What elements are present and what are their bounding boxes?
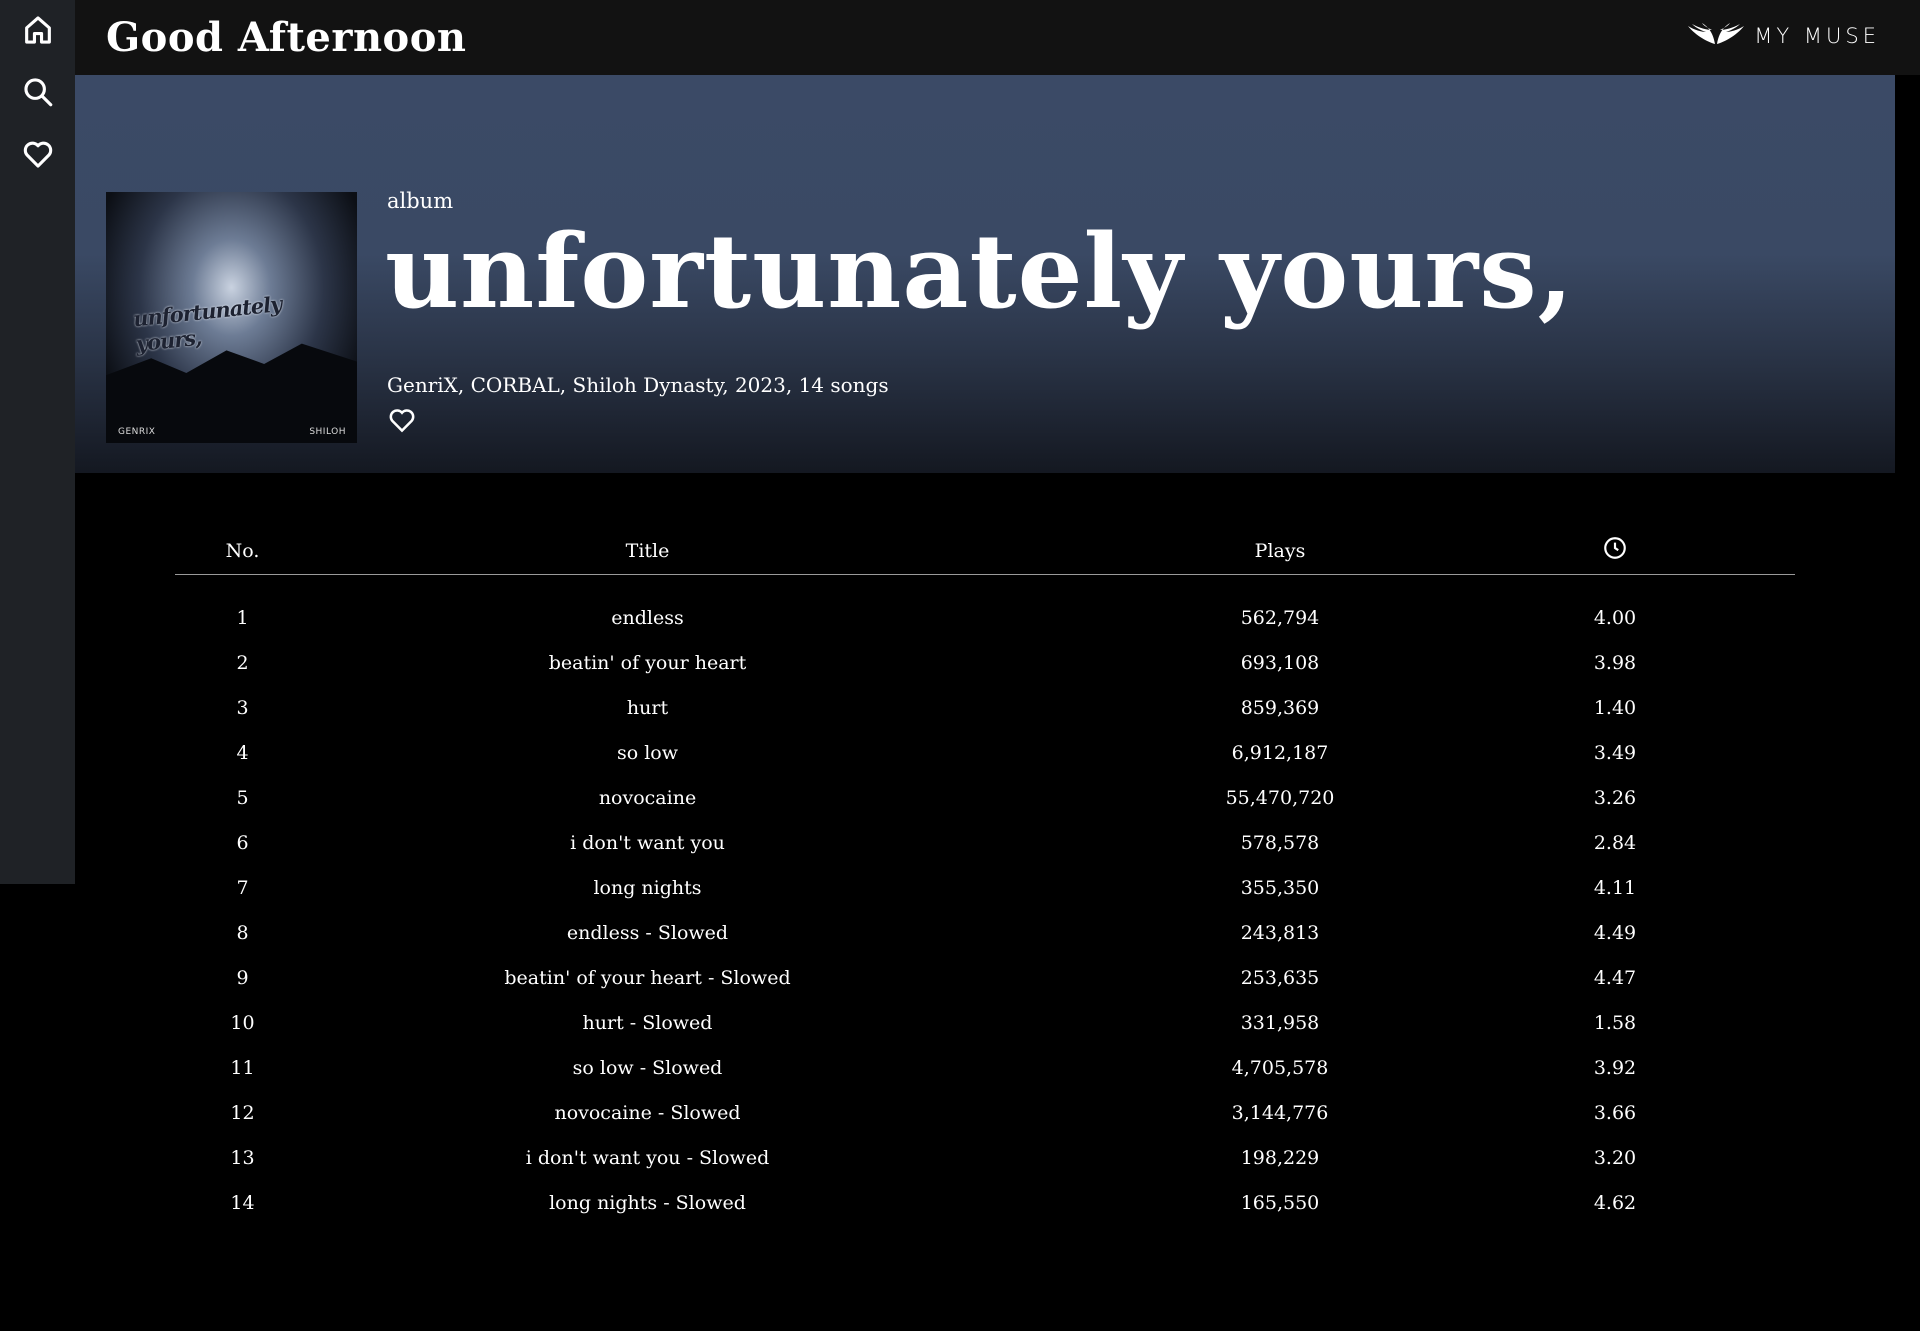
track-duration: 3.26	[1593, 787, 1637, 809]
track-plays: 4,705,578	[1231, 1057, 1329, 1079]
track-plays: 55,470,720	[1225, 787, 1335, 809]
track-number: 7	[236, 877, 249, 899]
table-row[interactable]: 3 hurt 859,369 1.40	[175, 687, 1795, 732]
track-number: 11	[230, 1057, 255, 1079]
track-duration: 3.98	[1593, 652, 1637, 674]
favorite-album-button[interactable]	[387, 405, 417, 435]
album-meta: GenriX, CORBAL, Shiloh Dynasty, 2023, 14…	[387, 373, 889, 397]
table-row[interactable]: 8 endless - Slowed 243,813 4.49	[175, 912, 1795, 957]
track-title: i don't want you - Slowed	[525, 1147, 770, 1169]
track-plays: 198,229	[1240, 1147, 1320, 1169]
track-number: 4	[236, 742, 249, 764]
table-row[interactable]: 6 i don't want you 578,578 2.84	[175, 822, 1795, 867]
track-title: hurt - Slowed	[582, 1012, 713, 1034]
track-title: endless - Slowed	[566, 922, 729, 944]
sidebar	[0, 0, 75, 884]
track-title: long nights - Slowed	[549, 1192, 746, 1214]
heart-outline-icon	[389, 409, 415, 433]
track-number: 14	[230, 1192, 255, 1214]
track-duration: 4.00	[1593, 607, 1637, 629]
track-plays: 578,578	[1240, 832, 1320, 854]
track-duration: 4.47	[1593, 967, 1637, 989]
album-cover: unfortunately yours, GENRIX SHILOH	[106, 192, 357, 443]
brand-logo[interactable]: MY MUSE	[1686, 20, 1880, 52]
track-title: novocaine - Slowed	[554, 1102, 741, 1124]
table-header: No. Title Plays	[175, 520, 1795, 575]
track-duration: 1.58	[1593, 1012, 1637, 1034]
track-number: 1	[236, 607, 249, 629]
home-icon[interactable]	[18, 10, 57, 49]
track-plays: 3,144,776	[1231, 1102, 1329, 1124]
table-row[interactable]: 4 so low 6,912,187 3.49	[175, 732, 1795, 777]
table-row[interactable]: 5 novocaine 55,470,720 3.26	[175, 777, 1795, 822]
track-plays: 165,550	[1240, 1192, 1320, 1214]
track-number: 9	[236, 967, 249, 989]
track-duration: 3.20	[1593, 1147, 1637, 1169]
clock-icon	[1604, 537, 1626, 559]
cover-credit-left: GENRIX	[118, 427, 156, 437]
table-row[interactable]: 9 beatin' of your heart - Slowed 253,635 4.…	[175, 957, 1795, 1002]
table-row[interactable]: 1 endless 562,794 4.00	[175, 597, 1795, 642]
track-number: 3	[236, 697, 249, 719]
track-title: long nights	[593, 877, 702, 899]
track-title: hurt	[626, 697, 669, 719]
album-title: unfortunately yours,	[385, 212, 1575, 332]
track-plays: 355,350	[1240, 877, 1320, 899]
track-duration: 3.49	[1593, 742, 1637, 764]
table-row[interactable]: 13 i don't want you - Slowed 198,229 3.20	[175, 1137, 1795, 1182]
table-row[interactable]: 12 novocaine - Slowed 3,144,776 3.66	[175, 1092, 1795, 1137]
header-plays: Plays	[1254, 540, 1306, 562]
header-no: No.	[225, 540, 260, 562]
table-row[interactable]: 2 beatin' of your heart 693,108 3.98	[175, 642, 1795, 687]
track-plays: 6,912,187	[1231, 742, 1329, 764]
track-title: i don't want you	[570, 832, 725, 854]
track-number: 8	[236, 922, 249, 944]
heart-icon[interactable]	[18, 134, 57, 173]
brand-name: MY MUSE	[1754, 24, 1880, 48]
track-title: novocaine	[598, 787, 697, 809]
album-header: unfortunately yours, GENRIX SHILOH album…	[75, 75, 1895, 473]
track-plays: 331,958	[1240, 1012, 1320, 1034]
track-table: No. Title Plays 1 endless 562,794 4.00 2 beat…	[175, 520, 1795, 1227]
track-duration: 1.40	[1593, 697, 1637, 719]
track-duration: 4.62	[1593, 1192, 1637, 1214]
track-number: 13	[230, 1147, 255, 1169]
track-number: 2	[236, 652, 249, 674]
track-plays: 243,813	[1240, 922, 1320, 944]
table-row[interactable]: 11 so low - Slowed 4,705,578 3.92	[175, 1047, 1795, 1092]
album-type-label: album	[387, 189, 454, 213]
header-duration	[1555, 535, 1675, 561]
table-body: 1 endless 562,794 4.00 2 beatin' of your hear…	[175, 597, 1795, 1227]
header-title: Title	[625, 540, 670, 562]
track-title: beatin' of your heart - Slowed	[504, 967, 791, 989]
greeting-title: Good Afternoon	[106, 14, 467, 61]
track-title: endless	[611, 607, 684, 629]
track-title: beatin' of your heart	[548, 652, 747, 674]
track-plays: 859,369	[1240, 697, 1320, 719]
track-plays: 253,635	[1240, 967, 1320, 989]
track-duration: 3.66	[1593, 1102, 1637, 1124]
search-icon[interactable]	[18, 72, 57, 111]
wings-icon	[1688, 23, 1745, 44]
track-plays: 693,108	[1240, 652, 1320, 674]
track-number: 10	[230, 1012, 255, 1034]
track-title: so low - Slowed	[572, 1057, 723, 1079]
track-duration: 2.84	[1593, 832, 1637, 854]
cover-credit-right: SHILOH	[309, 427, 346, 437]
table-row[interactable]: 7 long nights 355,350 4.11	[175, 867, 1795, 912]
track-duration: 4.11	[1593, 877, 1637, 899]
top-bar: Good Afternoon MY MUSE	[75, 0, 1920, 75]
track-plays: 562,794	[1240, 607, 1320, 629]
track-duration: 4.49	[1593, 922, 1637, 944]
track-duration: 3.92	[1593, 1057, 1637, 1079]
track-number: 12	[230, 1102, 255, 1124]
table-row[interactable]: 10 hurt - Slowed 331,958 1.58	[175, 1002, 1795, 1047]
track-title: so low	[616, 742, 678, 764]
track-number: 6	[236, 832, 249, 854]
track-number: 5	[236, 787, 249, 809]
table-row[interactable]: 14 long nights - Slowed 165,550 4.62	[175, 1182, 1795, 1227]
